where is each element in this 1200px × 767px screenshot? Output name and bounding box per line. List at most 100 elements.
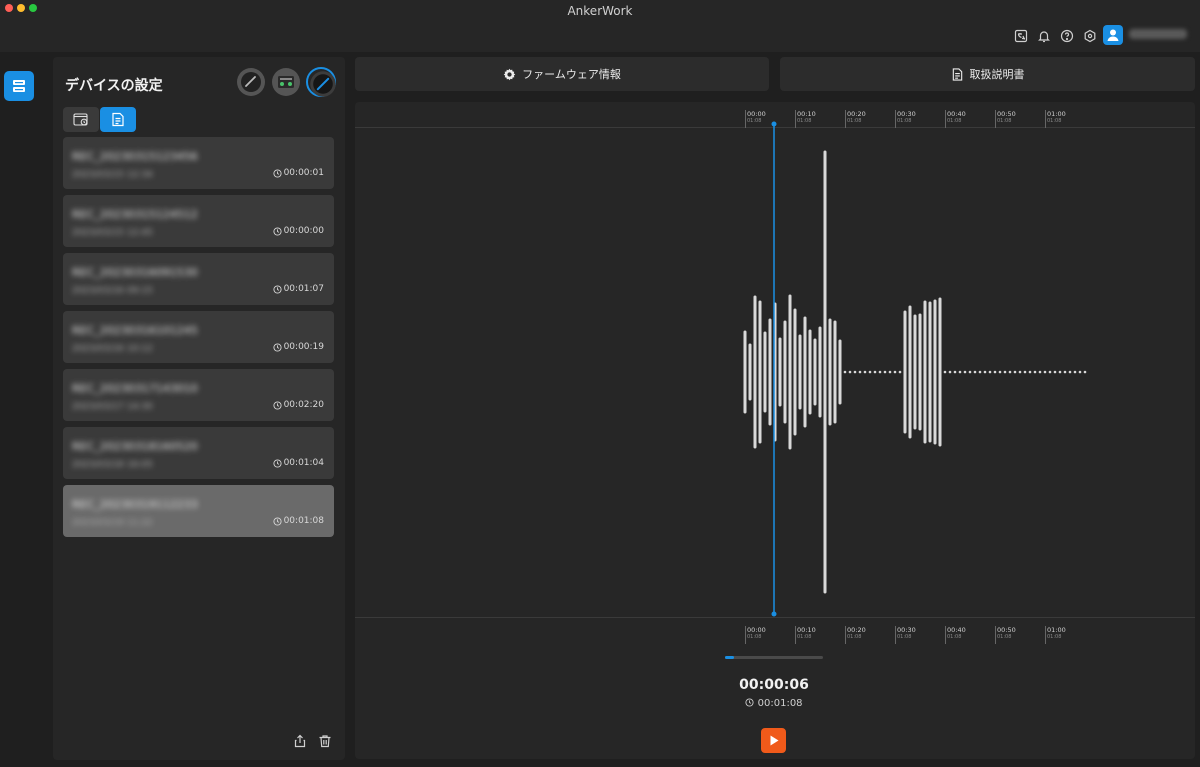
waveform-silence-dot xyxy=(1083,370,1087,374)
waveform-silence-dot xyxy=(878,370,882,374)
waveform-silence-dot xyxy=(1038,370,1042,374)
waveform-silence-dot xyxy=(848,370,852,374)
delete-button[interactable] xyxy=(318,734,332,748)
share-button[interactable] xyxy=(293,734,307,748)
trash-icon xyxy=(319,735,331,748)
recording-duration: 00:00:01 xyxy=(273,168,324,178)
waveform-silence-dot xyxy=(893,370,897,374)
user-avatar[interactable] xyxy=(1103,25,1123,45)
manual-label: 取扱説明書 xyxy=(969,68,1025,81)
bell-icon[interactable] xyxy=(1037,29,1051,43)
device-mixer[interactable] xyxy=(271,67,301,97)
clock-icon xyxy=(745,698,754,707)
document-icon xyxy=(952,67,962,81)
language-icon[interactable] xyxy=(1014,29,1028,43)
camera-folder-tab[interactable] xyxy=(63,107,99,132)
waveform-silence-dot xyxy=(1043,370,1047,374)
firmware-info-button[interactable]: ファームウェア情報 xyxy=(355,57,769,91)
waveform-silence-dot xyxy=(968,370,972,374)
waveform-silence-dot xyxy=(958,370,962,374)
recording-item[interactable]: REC_20230316101245 2023/03/16 10:12 00:0… xyxy=(63,311,334,363)
recording-name: REC_20230316101245 xyxy=(72,324,198,337)
play-icon xyxy=(770,735,779,746)
waveform-silence-dot xyxy=(1058,370,1062,374)
gear-icon xyxy=(503,68,516,80)
waveform-silence-dot xyxy=(973,370,977,374)
playback-progress-bar[interactable] xyxy=(725,656,823,659)
waveform-silence-dot xyxy=(978,370,982,374)
play-button[interactable] xyxy=(761,728,786,753)
waveform-silence-dot xyxy=(1073,370,1077,374)
device-list-icon xyxy=(13,80,25,92)
top-toolbar xyxy=(0,22,1200,52)
waveform-silence-dot xyxy=(1018,370,1022,374)
file-list-tab[interactable] xyxy=(100,107,136,132)
clock-icon xyxy=(273,516,282,526)
clock-icon xyxy=(273,458,282,468)
waveform-silence-dot xyxy=(943,370,947,374)
settings-hex-icon[interactable] xyxy=(1083,29,1097,43)
recording-duration: 00:01:07 xyxy=(273,284,324,294)
recording-name: REC_20230316091530 xyxy=(72,266,198,279)
device-settings-panel: デバイスの設定 REC_20230315123456 2023/03/15 12… xyxy=(53,57,345,760)
waveform-silence-dot xyxy=(843,370,847,374)
waveform-silence-dot xyxy=(1003,370,1007,374)
waveform-silence-dot xyxy=(898,370,902,374)
audio-player: 00:00 01:08 00:10 01:08 00:20 01:08 00:30 01… xyxy=(355,102,1195,759)
recording-duration: 00:00:00 xyxy=(273,226,324,236)
waveform-silence-dot xyxy=(888,370,892,374)
waveform-silence-dot xyxy=(1013,370,1017,374)
waveform-silence-dot xyxy=(1068,370,1072,374)
waveform-silence-dot xyxy=(858,370,862,374)
recording-date: 2023/03/15 12:45 xyxy=(72,228,153,238)
username-redacted[interactable] xyxy=(1129,29,1187,39)
recording-item[interactable]: REC_20230317143010 2023/03/17 14:30 00:0… xyxy=(63,369,334,421)
playhead-handle xyxy=(771,121,777,127)
manual-button[interactable]: 取扱説明書 xyxy=(780,57,1195,91)
waveform-silence-dot xyxy=(1078,370,1082,374)
waveform-silence-dot xyxy=(948,370,952,374)
firmware-info-label: ファームウェア情報 xyxy=(522,68,621,81)
device-nav-button[interactable] xyxy=(4,71,34,101)
recording-name: REC_20230317143010 xyxy=(72,382,198,395)
device-selected[interactable] xyxy=(306,67,336,97)
recording-item-selected[interactable]: REC_20230319112233 2023/03/19 11:22 00:0… xyxy=(63,485,334,537)
recording-name: REC_20230318160520 xyxy=(72,440,198,453)
recording-date: 2023/03/17 14:30 xyxy=(72,402,153,412)
recording-duration: 00:01:04 xyxy=(273,458,324,468)
recording-name: REC_20230319112233 xyxy=(72,498,198,511)
recording-duration: 00:02:20 xyxy=(273,400,324,410)
panel-title: デバイスの設定 xyxy=(65,78,163,94)
camera-folder-icon xyxy=(73,113,88,126)
recording-item[interactable]: REC_20230315123456 2023/03/15 12:34 00:0… xyxy=(63,137,334,189)
waveform-silence-dot xyxy=(953,370,957,374)
recording-item[interactable]: REC_20230318160520 2023/03/18 16:05 00:0… xyxy=(63,427,334,479)
recording-item[interactable]: REC_20230315124512 2023/03/15 12:45 00:0… xyxy=(63,195,334,247)
recording-date: 2023/03/15 12:34 xyxy=(72,170,153,180)
waveform[interactable] xyxy=(355,102,1195,759)
waveform-silence-dot xyxy=(983,370,987,374)
clock-icon xyxy=(273,342,282,352)
current-time: 00:00:06 xyxy=(739,677,809,693)
total-duration: 00:01:08 xyxy=(355,698,1193,709)
clock-icon xyxy=(273,400,282,410)
waveform-silence-dot xyxy=(883,370,887,374)
waveform-silence-dot xyxy=(1028,370,1032,374)
waveform-silence-dot xyxy=(863,370,867,374)
help-icon[interactable] xyxy=(1060,29,1074,43)
waveform-silence-dot xyxy=(1048,370,1052,374)
playhead-handle xyxy=(771,611,777,617)
waveform-silence-dot xyxy=(998,370,1002,374)
recording-duration: 00:00:19 xyxy=(273,342,324,352)
app-title: AnkerWork xyxy=(567,4,633,18)
document-icon xyxy=(112,112,124,127)
waveform-silence-dot xyxy=(873,370,877,374)
device-speakerphone[interactable] xyxy=(236,67,266,97)
waveform-silence-dot xyxy=(1063,370,1067,374)
waveform-silence-dot xyxy=(963,370,967,374)
waveform-silence-dot xyxy=(868,370,872,374)
recording-date: 2023/03/18 16:05 xyxy=(72,460,153,470)
recording-name: REC_20230315123456 xyxy=(72,150,198,163)
waveform-silence-dot xyxy=(1053,370,1057,374)
recording-item[interactable]: REC_20230316091530 2023/03/16 09:15 00:0… xyxy=(63,253,334,305)
